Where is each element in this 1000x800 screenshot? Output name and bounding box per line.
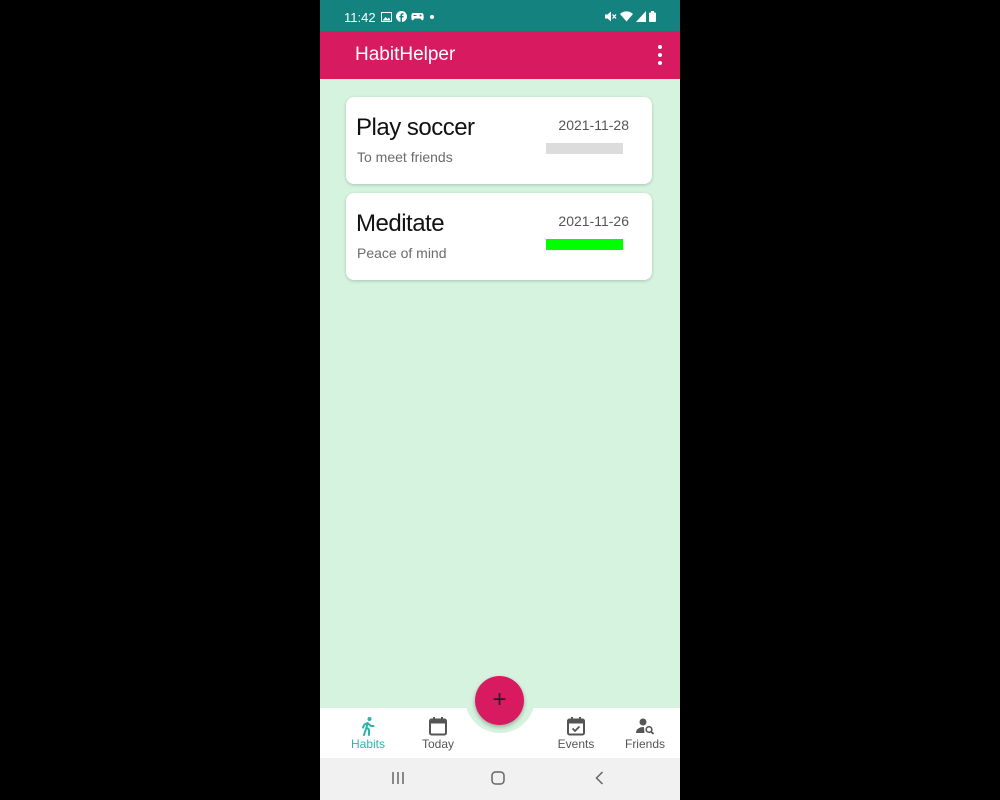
system-navigation-bar	[320, 758, 680, 800]
nav-label-today: Today	[421, 737, 455, 751]
habit-progress-fill	[546, 239, 623, 250]
facebook-icon	[396, 11, 407, 22]
app-bar: HabitHelper	[320, 31, 680, 79]
home-icon[interactable]	[490, 770, 506, 786]
habit-title: Meditate	[356, 210, 445, 237]
nav-item-friends[interactable]: Friends	[610, 716, 680, 751]
add-habit-button[interactable]: +	[475, 676, 524, 725]
wifi-icon	[620, 11, 633, 22]
battery-icon	[649, 11, 656, 22]
event-check-icon	[567, 717, 585, 736]
nav-item-events[interactable]: Events	[541, 716, 611, 751]
signal-icon	[636, 11, 646, 22]
status-notification-icons	[381, 11, 436, 22]
habit-date: 2021-11-26	[558, 213, 629, 229]
habit-card[interactable]: Play soccer To meet friends 2021-11-28	[346, 97, 652, 184]
app-title: HabitHelper	[355, 44, 456, 65]
status-system-icons	[605, 11, 656, 22]
mute-icon	[605, 11, 617, 22]
nav-item-today[interactable]: Today	[403, 716, 473, 751]
run-icon	[362, 717, 375, 736]
habit-subtitle: Peace of mind	[357, 245, 447, 261]
image-icon	[381, 11, 392, 22]
habit-progress-bar	[546, 239, 623, 250]
nav-label-friends: Friends	[624, 737, 665, 751]
more-vert-icon[interactable]	[654, 45, 666, 65]
recents-icon[interactable]	[390, 770, 406, 786]
add-icon: +	[492, 686, 507, 713]
status-bar: 11:42	[320, 0, 680, 31]
habit-title: Play soccer	[356, 114, 475, 141]
habit-subtitle: To meet friends	[357, 149, 453, 165]
nav-label-habits: Habits	[350, 737, 385, 751]
phone-screen: 11:42 HabitHelper Play soccer To meet fr…	[320, 0, 680, 800]
dot-icon	[430, 14, 434, 19]
habit-progress-bar	[546, 143, 623, 154]
status-time: 11:42	[344, 10, 376, 25]
nav-label-events: Events	[557, 737, 595, 751]
gamepad-icon	[411, 13, 424, 21]
back-icon[interactable]	[592, 770, 608, 786]
nav-item-habits[interactable]: Habits	[333, 716, 403, 751]
habit-date: 2021-11-28	[558, 117, 629, 133]
calendar-icon	[429, 717, 447, 736]
person-search-icon	[636, 718, 655, 735]
habit-card[interactable]: Meditate Peace of mind 2021-11-26	[346, 193, 652, 280]
